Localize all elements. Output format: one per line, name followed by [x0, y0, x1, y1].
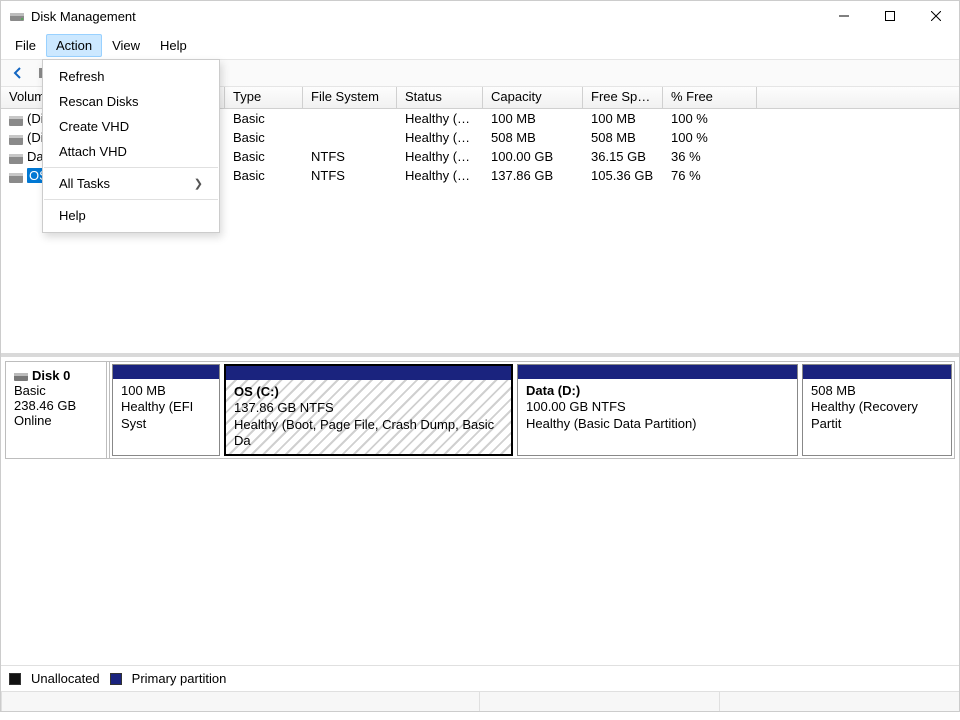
volume-status: Healthy (B...: [397, 168, 483, 183]
status-bar: [1, 691, 959, 711]
disk-row: Disk 0 Basic 238.46 GB Online 100 MB Hea…: [5, 361, 955, 459]
volume-icon: [9, 133, 23, 143]
volume-cap: 508 MB: [483, 130, 583, 145]
legend: Unallocated Primary partition: [1, 665, 959, 691]
volume-icon: [9, 171, 23, 181]
menu-create-vhd[interactable]: Create VHD: [43, 114, 219, 139]
title-bar: Disk Management: [1, 1, 959, 31]
partition-stripe: [803, 365, 951, 379]
volume-status: Healthy (E...: [397, 111, 483, 126]
volume-pct: 100 %: [663, 130, 757, 145]
volume-icon: [9, 114, 23, 124]
window-title: Disk Management: [31, 9, 821, 24]
disk-icon: [14, 370, 28, 382]
col-capacity[interactable]: Capacity: [483, 87, 583, 108]
volume-pct: 100 %: [663, 111, 757, 126]
disk-type: Basic: [14, 383, 98, 398]
menu-bar: File Action View Help: [1, 31, 959, 59]
menu-separator: [44, 199, 218, 200]
partition[interactable]: 100 MB Healthy (EFI Syst: [112, 364, 220, 456]
partition-line1: 137.86 GB NTFS: [234, 400, 503, 416]
legend-label-primary: Primary partition: [132, 671, 227, 686]
partition-stripe: [113, 365, 219, 379]
disk-info[interactable]: Disk 0 Basic 238.46 GB Online: [6, 362, 110, 458]
partition-stripe: [226, 366, 511, 380]
menu-action[interactable]: Action: [46, 34, 102, 57]
menu-attach-vhd[interactable]: Attach VHD: [43, 139, 219, 164]
minimize-button[interactable]: [821, 1, 867, 31]
volume-status: Healthy (B...: [397, 149, 483, 164]
volume-free: 36.15 GB: [583, 149, 663, 164]
volume-cap: 100.00 GB: [483, 149, 583, 164]
volume-free: 100 MB: [583, 111, 663, 126]
volume-free: 508 MB: [583, 130, 663, 145]
action-menu-dropdown: Refresh Rescan Disks Create VHD Attach V…: [42, 59, 220, 233]
partition[interactable]: OS (C:) 137.86 GB NTFS Healthy (Boot, Pa…: [224, 364, 513, 456]
disk-state: Online: [14, 413, 98, 428]
partition-line1: 100 MB: [121, 383, 211, 399]
partition-line2: Healthy (Basic Data Partition): [526, 416, 789, 432]
menu-file[interactable]: File: [5, 34, 46, 57]
close-button[interactable]: [913, 1, 959, 31]
menu-view[interactable]: View: [102, 34, 150, 57]
col-percent-free[interactable]: % Free: [663, 87, 757, 108]
volume-type: Basic: [225, 168, 303, 183]
legend-swatch-unallocated: [9, 673, 21, 685]
volume-fs: NTFS: [303, 149, 397, 164]
volume-cap: 100 MB: [483, 111, 583, 126]
partition-line1: 508 MB: [811, 383, 943, 399]
partition-line2: Healthy (Boot, Page File, Crash Dump, Ba…: [234, 417, 503, 450]
volume-status: Healthy (R...: [397, 130, 483, 145]
partition-line1: 100.00 GB NTFS: [526, 399, 789, 415]
back-button[interactable]: [7, 62, 29, 84]
volume-fs: NTFS: [303, 168, 397, 183]
menu-help-item[interactable]: Help: [43, 203, 219, 228]
partition-stripe: [518, 365, 797, 379]
volume-type: Basic: [225, 149, 303, 164]
app-icon: [9, 8, 25, 24]
volume-cap: 137.86 GB: [483, 168, 583, 183]
col-status[interactable]: Status: [397, 87, 483, 108]
chevron-right-icon: ❯: [194, 177, 203, 190]
volume-icon: [9, 152, 23, 162]
disk-name: Disk 0: [32, 368, 70, 383]
volume-pct: 76 %: [663, 168, 757, 183]
menu-rescan-disks[interactable]: Rescan Disks: [43, 89, 219, 114]
partition-line2: Healthy (Recovery Partit: [811, 399, 943, 432]
maximize-button[interactable]: [867, 1, 913, 31]
partition[interactable]: Data (D:) 100.00 GB NTFS Healthy (Basic …: [517, 364, 798, 456]
partition-title: OS (C:): [234, 384, 279, 399]
menu-all-tasks[interactable]: All Tasks ❯: [43, 171, 219, 196]
menu-help[interactable]: Help: [150, 34, 197, 57]
partition[interactable]: 508 MB Healthy (Recovery Partit: [802, 364, 952, 456]
legend-swatch-primary: [110, 673, 122, 685]
volume-free: 105.36 GB: [583, 168, 663, 183]
legend-label-unallocated: Unallocated: [31, 671, 100, 686]
disk-size: 238.46 GB: [14, 398, 98, 413]
partition-line2: Healthy (EFI Syst: [121, 399, 211, 432]
volume-pct: 36 %: [663, 149, 757, 164]
volume-type: Basic: [225, 130, 303, 145]
menu-separator: [44, 167, 218, 168]
col-file-system[interactable]: File System: [303, 87, 397, 108]
volume-type: Basic: [225, 111, 303, 126]
partition-title: Data (D:): [526, 383, 580, 398]
disk-graphical-view: Disk 0 Basic 238.46 GB Online 100 MB Hea…: [1, 357, 959, 665]
col-free-space[interactable]: Free Spa...: [583, 87, 663, 108]
menu-refresh[interactable]: Refresh: [43, 64, 219, 89]
col-type[interactable]: Type: [225, 87, 303, 108]
